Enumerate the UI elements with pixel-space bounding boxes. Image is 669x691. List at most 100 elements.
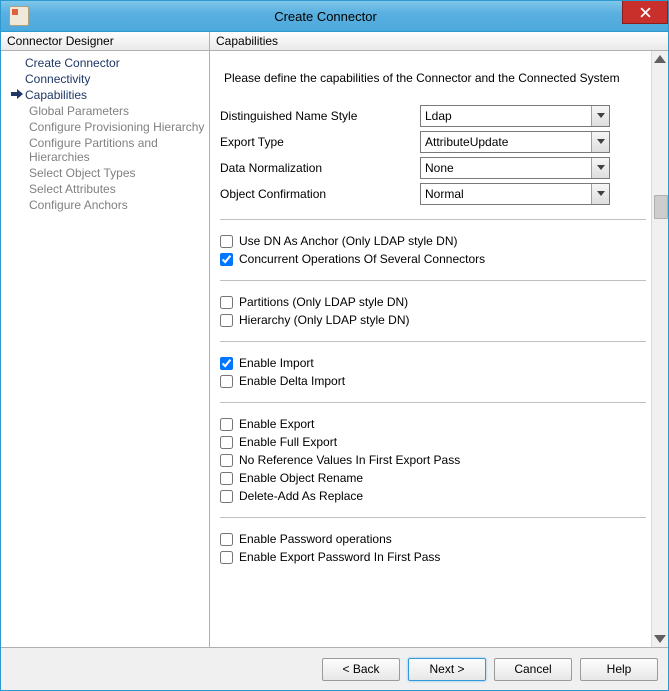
sidebar-item-label: Configure Anchors: [29, 198, 128, 212]
sidebar-item-global-parameters[interactable]: Global Parameters: [1, 103, 209, 119]
dropdown-data-normalization[interactable]: None: [420, 157, 610, 179]
checkbox-label: Hierarchy (Only LDAP style DN): [239, 313, 409, 327]
sidebar-item-configure-provisioning-hierarchy[interactable]: Configure Provisioning Hierarchy: [1, 119, 209, 135]
dropdown-toggle[interactable]: [591, 106, 609, 126]
checkbox-enable-full-export[interactable]: [220, 436, 233, 449]
checkbox-row[interactable]: Use DN As Anchor (Only LDAP style DN): [220, 234, 646, 248]
separator: [220, 341, 646, 342]
main-pane: Capabilities Please define the capabilit…: [210, 32, 668, 647]
checkbox-row[interactable]: Enable Password operations: [220, 532, 646, 546]
close-icon: [640, 7, 651, 18]
dropdown-value: AttributeUpdate: [421, 135, 591, 149]
sidebar-item-capabilities[interactable]: Capabilities: [1, 87, 209, 103]
dropdown-toggle[interactable]: [591, 132, 609, 152]
cancel-button[interactable]: Cancel: [494, 658, 572, 681]
layout: Connector Designer Create ConnectorConne…: [1, 32, 668, 647]
sidebar-item-configure-partitions-and-hierarchies[interactable]: Configure Partitions and Hierarchies: [1, 135, 209, 165]
sidebar-item-select-object-types[interactable]: Select Object Types: [1, 165, 209, 181]
checkbox-use-dn-as-anchor-only-ldap-style-dn[interactable]: [220, 235, 233, 248]
dropdown-toggle[interactable]: [591, 158, 609, 178]
chevron-up-icon: [652, 53, 668, 65]
field-label: Object Confirmation: [220, 187, 420, 201]
checkbox-label: Delete-Add As Replace: [239, 489, 363, 503]
checkbox-section: Use DN As Anchor (Only LDAP style DN) Con…: [220, 219, 646, 564]
instruction-text: Please define the capabilities of the Co…: [224, 71, 642, 85]
checkbox-delete-add-as-replace[interactable]: [220, 490, 233, 503]
main-body: Please define the capabilities of the Co…: [210, 51, 668, 647]
field-label: Distinguished Name Style: [220, 109, 420, 123]
checkbox-row[interactable]: Hierarchy (Only LDAP style DN): [220, 313, 646, 327]
dropdown-object-confirmation[interactable]: Normal: [420, 183, 610, 205]
dropdown-export-type[interactable]: AttributeUpdate: [420, 131, 610, 153]
checkbox-enable-delta-import[interactable]: [220, 375, 233, 388]
main-content: Please define the capabilities of the Co…: [210, 51, 652, 647]
checkbox-hierarchy-only-ldap-style-dn[interactable]: [220, 314, 233, 327]
dropdown-toggle[interactable]: [591, 184, 609, 204]
form-row: Object ConfirmationNormal: [220, 183, 646, 205]
checkbox-label: No Reference Values In First Export Pass: [239, 453, 460, 467]
sidebar: Connector Designer Create ConnectorConne…: [1, 32, 210, 647]
checkbox-row[interactable]: Enable Export Password In First Pass: [220, 550, 646, 564]
checkbox-label: Partitions (Only LDAP style DN): [239, 295, 408, 309]
dropdown-distinguished-name-style[interactable]: Ldap: [420, 105, 610, 127]
checkbox-row[interactable]: Enable Full Export: [220, 435, 646, 449]
chevron-down-icon: [597, 191, 605, 197]
checkbox-row[interactable]: Enable Import: [220, 356, 646, 370]
checkbox-row[interactable]: Enable Object Rename: [220, 471, 646, 485]
checkbox-enable-export-password-in-first-pass[interactable]: [220, 551, 233, 564]
form-row: Data NormalizationNone: [220, 157, 646, 179]
dropdown-value: None: [421, 161, 591, 175]
checkbox-enable-object-rename[interactable]: [220, 472, 233, 485]
content: Connector Designer Create ConnectorConne…: [1, 32, 668, 690]
close-button[interactable]: [622, 1, 668, 24]
checkbox-row[interactable]: Concurrent Operations Of Several Connect…: [220, 252, 646, 266]
chevron-down-icon: [652, 633, 668, 645]
checkbox-label: Enable Delta Import: [239, 374, 345, 388]
main-header: Capabilities: [210, 32, 668, 51]
separator: [220, 219, 646, 220]
scroll-thumb[interactable]: [654, 195, 668, 219]
checkbox-label: Enable Full Export: [239, 435, 337, 449]
scroll-down-button[interactable]: [652, 631, 668, 647]
chevron-down-icon: [597, 139, 605, 145]
help-button[interactable]: Help: [580, 658, 658, 681]
separator: [220, 280, 646, 281]
checkbox-partitions-only-ldap-style-dn[interactable]: [220, 296, 233, 309]
window: Create Connector Connector Designer Crea…: [0, 0, 669, 691]
sidebar-item-label: Configure Partitions and Hierarchies: [29, 136, 209, 164]
form-row: Export TypeAttributeUpdate: [220, 131, 646, 153]
checkbox-concurrent-operations-of-several-connectors[interactable]: [220, 253, 233, 266]
sidebar-item-label: Select Attributes: [29, 182, 116, 196]
titlebar: Create Connector: [1, 1, 668, 32]
sidebar-nav: Create ConnectorConnectivityCapabilities…: [1, 51, 209, 217]
vertical-scrollbar[interactable]: [651, 51, 668, 647]
window-title: Create Connector: [29, 9, 622, 24]
scroll-track[interactable]: [652, 67, 668, 631]
form-row: Distinguished Name StyleLdap: [220, 105, 646, 127]
chevron-down-icon: [597, 113, 605, 119]
sidebar-item-select-attributes[interactable]: Select Attributes: [1, 181, 209, 197]
sidebar-item-configure-anchors[interactable]: Configure Anchors: [1, 197, 209, 213]
next-button[interactable]: Next >: [408, 658, 486, 681]
separator: [220, 517, 646, 518]
back-button[interactable]: < Back: [322, 658, 400, 681]
sidebar-item-create-connector[interactable]: Create Connector: [1, 55, 209, 71]
window-buttons: [622, 1, 668, 31]
sidebar-header: Connector Designer: [1, 32, 209, 51]
checkbox-row[interactable]: Enable Export: [220, 417, 646, 431]
scroll-up-button[interactable]: [652, 51, 668, 67]
field-label: Export Type: [220, 135, 420, 149]
checkbox-row[interactable]: Delete-Add As Replace: [220, 489, 646, 503]
dropdown-value: Normal: [421, 187, 591, 201]
sidebar-item-connectivity[interactable]: Connectivity: [1, 71, 209, 87]
checkbox-enable-export[interactable]: [220, 418, 233, 431]
checkbox-row[interactable]: Partitions (Only LDAP style DN): [220, 295, 646, 309]
checkbox-enable-import[interactable]: [220, 357, 233, 370]
sidebar-item-label: Configure Provisioning Hierarchy: [29, 120, 204, 134]
checkbox-no-reference-values-in-first-export-pass[interactable]: [220, 454, 233, 467]
checkbox-row[interactable]: No Reference Values In First Export Pass: [220, 453, 646, 467]
arrow-right-icon: [11, 88, 25, 102]
dropdown-section: Distinguished Name StyleLdapExport TypeA…: [220, 105, 646, 205]
checkbox-enable-password-operations[interactable]: [220, 533, 233, 546]
checkbox-row[interactable]: Enable Delta Import: [220, 374, 646, 388]
